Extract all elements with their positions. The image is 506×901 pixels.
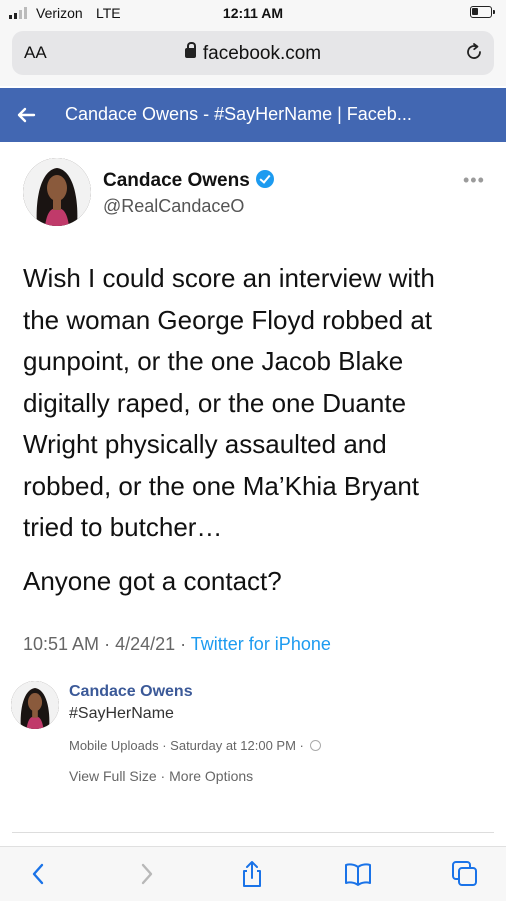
more-options-link[interactable]: More Options — [169, 768, 253, 784]
tweet-text: Wish I could score an interview with the… — [23, 258, 493, 549]
bookmarks-icon[interactable] — [343, 859, 373, 889]
browser-address-area: AA facebook.com — [0, 28, 506, 86]
tweet-line: tried to butcher… — [23, 512, 223, 542]
tweet-time: 10:51 AM — [23, 634, 100, 654]
divider — [12, 832, 494, 833]
tweet-source-link[interactable]: Twitter for iPhone — [191, 634, 331, 654]
lock-icon — [184, 42, 196, 58]
battery-icon — [470, 6, 495, 18]
post-timestamp[interactable]: Saturday at 12:00 PM — [170, 738, 296, 753]
reload-icon[interactable] — [464, 42, 484, 62]
back-icon[interactable] — [24, 859, 54, 889]
author-avatar[interactable] — [23, 158, 91, 226]
page-avatar[interactable] — [11, 681, 59, 729]
post-hashtag: #SayHerName — [69, 705, 174, 722]
globe-icon — [310, 740, 322, 751]
back-arrow-icon[interactable] — [14, 103, 38, 127]
tweet-date: 4/24/21 — [115, 634, 176, 654]
more-icon[interactable]: ••• — [463, 170, 485, 191]
tweet-line: Wright physically assaulted and — [23, 429, 387, 459]
tweet-line: gunpoint, or the one Jacob Blake — [23, 346, 404, 376]
forward-icon[interactable] — [131, 859, 161, 889]
verified-badge-icon — [255, 170, 274, 188]
domain-text: facebook.com — [202, 43, 322, 64]
header-title: Candace Owens - #SayHerName | Faceb... — [65, 104, 412, 124]
post-upload-info: Mobile Uploads · Saturday at 12:00 PM · — [69, 738, 322, 753]
author-name[interactable]: Candace Owens — [103, 170, 274, 192]
tabs-icon[interactable] — [450, 859, 480, 889]
tweet-question: Anyone got a contact? — [23, 566, 282, 596]
tweet-meta: 10:51 AM · 4/24/21 · Twitter for iPhone — [23, 634, 331, 654]
status-time: 12:11 AM — [222, 5, 284, 21]
facebook-header: Candace Owens - #SayHerName | Faceb... — [0, 88, 506, 142]
browser-toolbar — [0, 846, 506, 901]
tweet-line: Wish I could score an interview with — [23, 263, 435, 293]
view-full-size-link[interactable]: View Full Size — [69, 768, 157, 784]
address-bar[interactable]: AA facebook.com — [12, 31, 494, 75]
tweet-line: digitally raped, or the one Duante — [23, 387, 407, 418]
author-name-text: Candace Owens — [103, 170, 250, 191]
post-actions: View Full Size · More Options — [69, 768, 254, 784]
status-bar: Verizon LTE 12:11 AM — [0, 0, 506, 28]
tweet-line: the woman George Floyd robbed at — [23, 304, 433, 335]
author-handle[interactable]: @RealCandaceO — [103, 196, 244, 217]
share-icon[interactable] — [237, 859, 267, 889]
album-link[interactable]: Mobile Uploads — [69, 738, 159, 753]
tweet-line: robbed, or the one Ma’Khia Bryant — [23, 470, 420, 501]
page-name-link[interactable]: Candace Owens — [69, 683, 193, 701]
url-display[interactable]: facebook.com — [12, 42, 494, 65]
